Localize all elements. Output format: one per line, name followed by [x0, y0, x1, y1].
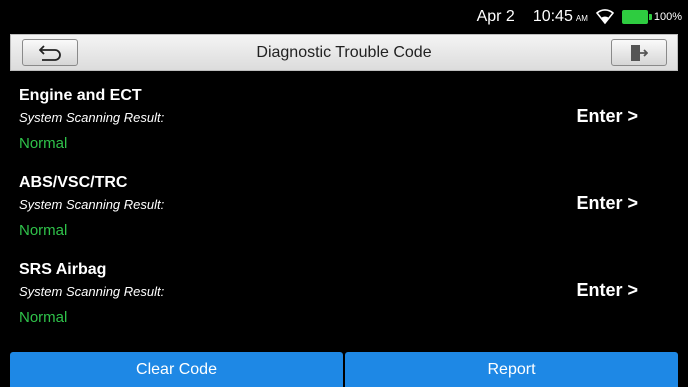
wifi-icon	[595, 9, 614, 25]
bottom-action-bar: Clear Code Report	[10, 352, 678, 387]
battery-percent: 100%	[653, 11, 682, 23]
status-date: Apr 2	[476, 8, 515, 25]
back-button[interactable]	[22, 39, 78, 66]
system-name: SRS Airbag	[19, 261, 107, 278]
enter-button[interactable]: Enter >	[576, 280, 638, 301]
system-subtitle: System Scanning Result:	[19, 197, 165, 212]
system-status: Normal	[19, 135, 68, 152]
status-time-group: 10:45 AM	[533, 8, 596, 26]
exit-button[interactable]	[611, 39, 667, 66]
status-time: 10:45	[532, 8, 573, 25]
status-bar: Apr 2 10:45 AM 100%	[0, 0, 688, 34]
system-list: Engine and ECT System Scanning Result: N…	[0, 80, 688, 341]
list-item-srs[interactable]: SRS Airbag System Scanning Result: Norma…	[0, 254, 688, 341]
back-arrow-icon	[39, 44, 61, 61]
clear-code-button[interactable]: Clear Code	[10, 352, 343, 387]
system-subtitle: System Scanning Result:	[19, 284, 165, 299]
system-subtitle: System Scanning Result:	[19, 110, 165, 125]
system-name: ABS/VSC/TRC	[19, 174, 128, 191]
page-title: Diagnostic Trouble Code	[256, 43, 432, 61]
list-item-abs[interactable]: ABS/VSC/TRC System Scanning Result: Norm…	[0, 167, 688, 254]
enter-button[interactable]: Enter >	[576, 193, 638, 214]
system-status: Normal	[19, 222, 68, 239]
battery-body	[621, 10, 648, 24]
battery-tip	[648, 14, 652, 20]
list-item-engine[interactable]: Engine and ECT System Scanning Result: N…	[0, 80, 688, 167]
system-name: Engine and ECT	[19, 87, 142, 104]
title-bar: Diagnostic Trouble Code	[10, 34, 678, 71]
exit-icon	[631, 44, 648, 61]
status-ampm: AM	[575, 14, 588, 23]
enter-button[interactable]: Enter >	[576, 106, 638, 127]
report-button[interactable]: Report	[345, 352, 678, 387]
battery-icon	[621, 10, 652, 24]
system-status: Normal	[19, 309, 68, 326]
